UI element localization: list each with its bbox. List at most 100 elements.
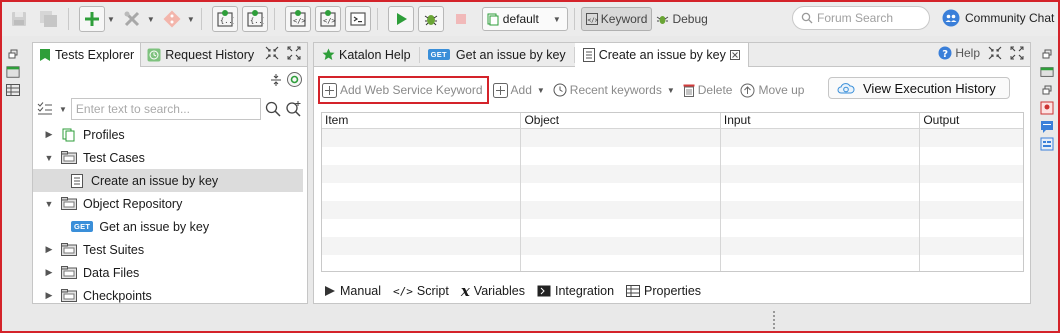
save-icon[interactable] bbox=[6, 6, 32, 32]
tab-manual[interactable]: Manual bbox=[318, 280, 387, 302]
recent-keywords-button[interactable]: Recent keywords ▼ bbox=[553, 76, 675, 104]
expand-arrow-icon[interactable]: ▶ bbox=[43, 244, 55, 255]
delete-button[interactable]: Delete bbox=[683, 76, 733, 104]
tab-tests-explorer-label: Tests Explorer bbox=[55, 47, 135, 62]
help-icon: ? bbox=[938, 46, 952, 60]
profile-select[interactable]: default ▼ bbox=[481, 7, 568, 31]
tab-script[interactable]: </> Script bbox=[387, 280, 455, 302]
explorer-tabs: Tests Explorer Request History bbox=[33, 42, 307, 67]
terminal-icon[interactable] bbox=[344, 6, 371, 32]
collapse-arrow-icon[interactable]: ▼ bbox=[43, 153, 55, 163]
tab-variables[interactable]: x Variables bbox=[455, 280, 531, 302]
advanced-search-icon[interactable] bbox=[285, 100, 303, 118]
resize-handle[interactable] bbox=[773, 311, 775, 329]
table-row[interactable] bbox=[322, 219, 1023, 237]
tree-item-profiles[interactable]: ▶ Profiles bbox=[33, 123, 303, 146]
toolbar-divider bbox=[200, 8, 202, 30]
tab-properties[interactable]: Properties bbox=[620, 280, 707, 302]
tree-item-test-cases[interactable]: ▼ Test Cases bbox=[33, 146, 303, 169]
tab-integration[interactable]: Integration bbox=[531, 280, 620, 302]
restore-icon[interactable] bbox=[1040, 48, 1054, 60]
chevron-down-icon[interactable]: ▼ bbox=[147, 15, 155, 24]
profile-panel-icon[interactable] bbox=[1040, 101, 1054, 115]
outline-panel-icon[interactable] bbox=[1040, 66, 1054, 78]
new-test-case-icon[interactable]: {..} bbox=[211, 6, 238, 32]
git-icon[interactable] bbox=[159, 6, 185, 32]
svg-text:</>: </> bbox=[587, 17, 598, 24]
table-panel-icon[interactable] bbox=[6, 84, 20, 96]
community-chat-button[interactable]: Community Chat bbox=[942, 6, 1054, 30]
tab-katalon-help[interactable]: Katalon Help bbox=[314, 43, 419, 67]
view-execution-history-button[interactable]: View Execution History bbox=[828, 77, 1010, 99]
close-icon[interactable] bbox=[729, 49, 740, 60]
properties-panel-icon[interactable] bbox=[1040, 137, 1054, 151]
column-header-object[interactable]: Object bbox=[521, 113, 721, 128]
new-keyword-folder-icon[interactable]: </> bbox=[314, 6, 341, 32]
add-web-service-keyword-button[interactable]: Add Web Service Keyword bbox=[318, 76, 489, 104]
table-row[interactable] bbox=[322, 165, 1023, 183]
tab-get-issue[interactable]: GET Get an issue by key bbox=[420, 43, 574, 67]
tab-script-label: Script bbox=[416, 284, 449, 298]
new-icon[interactable] bbox=[79, 6, 105, 32]
minimize-icon[interactable] bbox=[988, 46, 1002, 60]
expand-arrow-icon[interactable]: ▶ bbox=[43, 290, 55, 301]
tab-label: Create an issue by key bbox=[598, 47, 726, 62]
explorer-search-input[interactable] bbox=[70, 98, 261, 120]
column-header-output[interactable]: Output bbox=[920, 113, 1023, 128]
tree-item-checkpoints[interactable]: ▶ Checkpoints bbox=[33, 284, 303, 307]
table-row[interactable] bbox=[322, 237, 1023, 255]
minimize-icon[interactable] bbox=[265, 46, 279, 60]
tree-item-get-issue[interactable]: GET Get an issue by key bbox=[33, 215, 303, 238]
table-row[interactable] bbox=[322, 129, 1023, 147]
column-header-item[interactable]: Item bbox=[322, 113, 522, 128]
collapse-arrow-icon[interactable]: ▼ bbox=[43, 199, 55, 209]
table-row[interactable] bbox=[322, 201, 1023, 219]
folder-icon bbox=[61, 266, 77, 280]
new-test-suite-icon[interactable]: {..} bbox=[241, 6, 268, 32]
tree-item-test-suites[interactable]: ▶ Test Suites bbox=[33, 238, 303, 261]
expand-arrow-icon[interactable]: ▶ bbox=[43, 129, 55, 140]
tree-item-data-files[interactable]: ▶ Data Files bbox=[33, 261, 303, 284]
chevron-down-icon[interactable]: ▼ bbox=[107, 15, 115, 24]
maximize-icon[interactable] bbox=[1010, 46, 1024, 60]
get-badge: GET bbox=[71, 221, 94, 232]
expand-arrow-icon[interactable]: ▶ bbox=[43, 267, 55, 278]
tab-request-history[interactable]: Request History bbox=[141, 43, 260, 67]
stop-icon[interactable] bbox=[448, 6, 474, 32]
tree-item-object-repository[interactable]: ▼ Object Repository bbox=[33, 192, 303, 215]
tools-icon[interactable] bbox=[119, 6, 145, 32]
collapse-all-icon[interactable] bbox=[269, 73, 283, 87]
maximize-icon[interactable] bbox=[287, 46, 301, 60]
explorer-tree: ▶ Profiles ▼ Test Cases Create an issue … bbox=[33, 123, 303, 307]
run-icon[interactable] bbox=[387, 6, 414, 32]
keyword-mode-button[interactable]: </> Keyword bbox=[580, 7, 653, 31]
tree-item-label: Checkpoints bbox=[83, 288, 152, 303]
table-row[interactable] bbox=[322, 255, 1023, 271]
explorer-panel-icon[interactable] bbox=[6, 66, 20, 78]
new-keyword-icon[interactable]: </> bbox=[284, 6, 311, 32]
add-button[interactable]: Add ▼ bbox=[492, 76, 545, 104]
right-trim-bar bbox=[1036, 44, 1058, 244]
chevron-down-icon: ▼ bbox=[666, 85, 675, 95]
table-row[interactable] bbox=[322, 147, 1023, 165]
chevron-down-icon[interactable]: ▼ bbox=[187, 15, 195, 24]
tab-create-issue[interactable]: Create an issue by key bbox=[574, 42, 749, 67]
filter-icon[interactable] bbox=[37, 102, 53, 116]
table-row[interactable] bbox=[322, 183, 1023, 201]
help-button[interactable]: ? Help bbox=[938, 46, 980, 60]
restore-icon[interactable] bbox=[6, 48, 20, 60]
search-icon[interactable] bbox=[265, 101, 281, 117]
debug-mode-button[interactable]: Debug bbox=[652, 7, 711, 31]
restore-icon[interactable] bbox=[1040, 84, 1054, 96]
column-header-input[interactable]: Input bbox=[721, 113, 921, 128]
move-up-button[interactable]: Move up bbox=[740, 76, 804, 104]
delete-label: Delete bbox=[697, 83, 733, 97]
debug-run-icon[interactable] bbox=[417, 6, 444, 32]
tree-item-create-issue[interactable]: Create an issue by key bbox=[33, 169, 303, 192]
chevron-down-icon[interactable]: ▼ bbox=[59, 105, 67, 114]
comments-panel-icon[interactable] bbox=[1040, 120, 1054, 133]
forum-search-input[interactable]: Forum Search bbox=[792, 6, 930, 30]
tab-tests-explorer[interactable]: Tests Explorer bbox=[33, 42, 142, 67]
link-editor-icon[interactable] bbox=[286, 71, 303, 88]
save-all-icon[interactable] bbox=[36, 6, 62, 32]
